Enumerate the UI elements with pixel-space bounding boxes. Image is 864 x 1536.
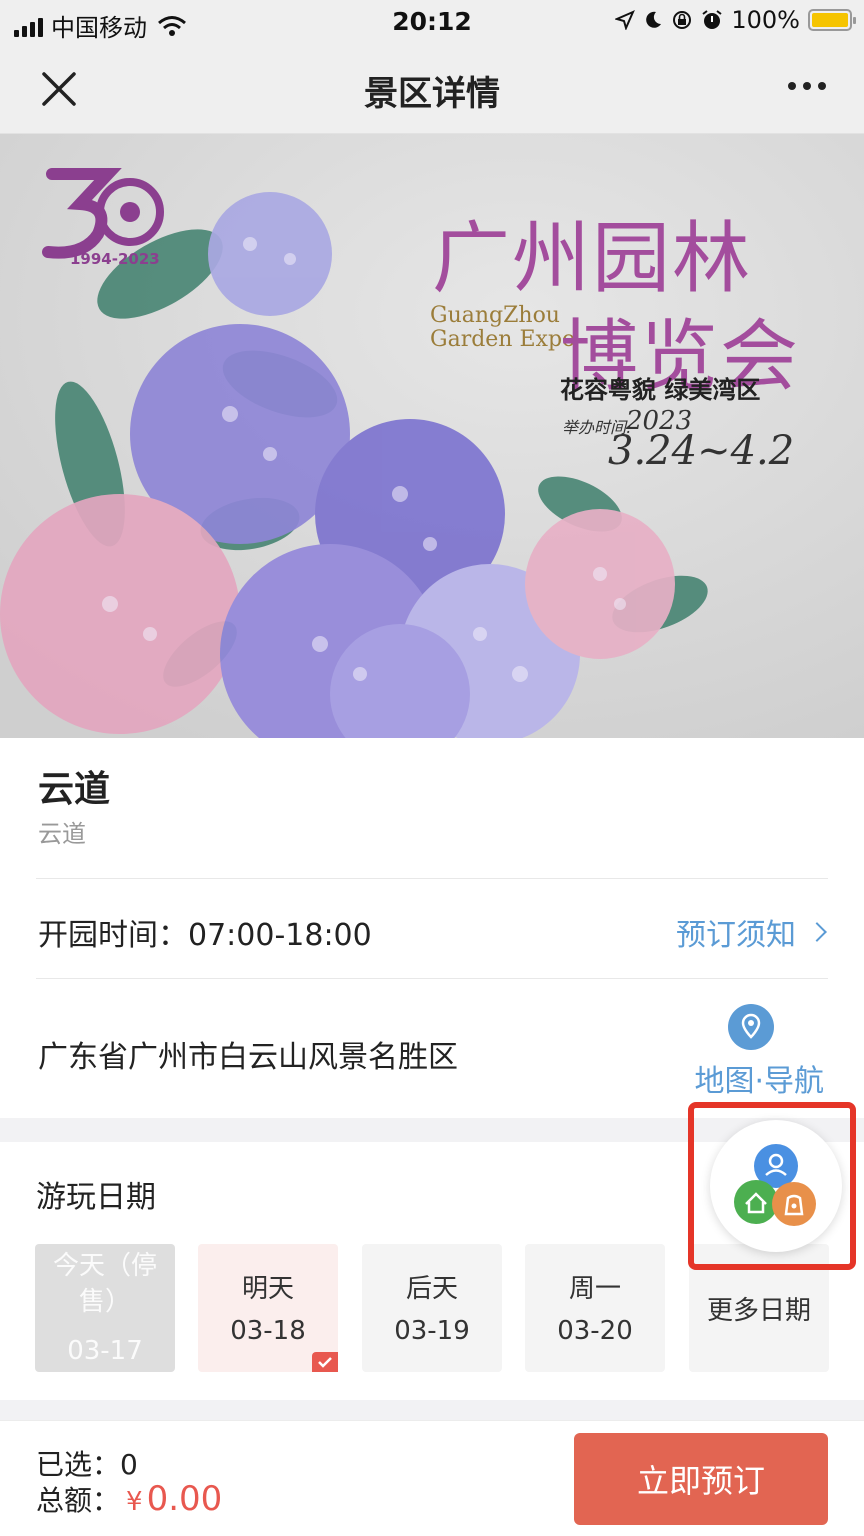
selected-count: 已选：0 xyxy=(36,1443,138,1483)
location-arrow-icon xyxy=(615,10,636,30)
currency-symbol: ¥ xyxy=(126,1487,143,1517)
scenic-subname: 云道 xyxy=(38,820,86,848)
check-icon xyxy=(312,1352,338,1372)
booking-notice-label: 预订须知 xyxy=(676,918,796,953)
banner-title-english: GuangZhou Garden Expo xyxy=(430,303,576,352)
more-dates-label: 更多日期 xyxy=(706,1296,811,1326)
total-value: 0.00 xyxy=(146,1479,223,1519)
selected-value: 0 xyxy=(120,1448,138,1481)
map-navigation-link[interactable]: 地图·导航 xyxy=(694,1056,824,1100)
moon-icon xyxy=(646,11,662,28)
divider xyxy=(36,878,828,879)
opening-hours-value: 07:00-18:00 xyxy=(188,918,372,953)
banner-title-line1: 广州园林 xyxy=(432,214,753,304)
banner-slogan: 花容粤貌 绿美湾区 xyxy=(560,375,761,404)
status-right: 100% xyxy=(615,6,856,34)
scenic-info: 云道 云道 开园时间：07:00-18:00 预订须知 广东省广州市白云山风景名… xyxy=(0,738,864,1118)
status-bar: 中国移动 20:12 100% xyxy=(0,0,864,44)
battery-percent: 100% xyxy=(731,6,800,34)
date-option-tomorrow[interactable]: 明天 03-18 xyxy=(198,1244,338,1372)
booking-footer: 已选：0 总额： ¥ 0.00 立即预订 xyxy=(0,1420,864,1536)
section-gap xyxy=(0,1400,864,1420)
date-option-label: 明天 xyxy=(241,1274,294,1304)
date-option-date: 03-20 xyxy=(557,1316,633,1346)
date-option-date: 03-19 xyxy=(394,1316,470,1346)
date-option-label: 后天 xyxy=(405,1274,458,1304)
date-option-today: 今天（停售） 03-17 xyxy=(35,1244,175,1372)
scenic-address: 广东省广州市白云山风景名胜区 xyxy=(38,1040,458,1075)
selected-label: 已选： xyxy=(36,1448,121,1481)
page-title: 景区详情 xyxy=(364,74,500,114)
divider xyxy=(36,978,828,979)
opening-hours-label: 开园时间： xyxy=(38,918,188,953)
banner-date-range: 3.24~4.2 xyxy=(608,428,795,474)
date-option-label: 今天（停售） xyxy=(52,1251,157,1317)
booking-notice-link[interactable]: 预订须知 xyxy=(676,910,827,954)
book-now-button[interactable]: 立即预订 xyxy=(574,1433,828,1525)
rotation-lock-icon xyxy=(673,11,692,29)
more-icon[interactable] xyxy=(788,82,826,90)
battery-icon xyxy=(808,9,856,31)
date-option-date: 03-18 xyxy=(230,1316,306,1346)
banner-anniversary-years: 1994-2023 xyxy=(70,250,160,268)
date-option-date: 03-17 xyxy=(67,1336,143,1366)
date-option-day-after[interactable]: 后天 03-19 xyxy=(362,1244,502,1372)
map-pin-icon[interactable] xyxy=(728,1004,774,1050)
date-option-label: 周一 xyxy=(568,1274,621,1304)
play-date-title: 游玩日期 xyxy=(36,1180,156,1215)
alarm-icon xyxy=(702,10,722,29)
highlight-box xyxy=(688,1102,856,1270)
banner-image: 1994-2023 广州园林 GuangZhou Garden Expo 博览会… xyxy=(0,134,864,738)
opening-hours: 开园时间：07:00-18:00 xyxy=(38,910,372,954)
date-option-monday[interactable]: 周一 03-20 xyxy=(525,1244,665,1372)
scenic-name: 云道 xyxy=(38,769,111,810)
total-amount: 总额： ¥ 0.00 xyxy=(36,1479,222,1519)
chevron-right-icon xyxy=(807,922,827,942)
nav-bar: 景区详情 xyxy=(0,44,864,134)
total-label: 总额： xyxy=(36,1484,121,1517)
